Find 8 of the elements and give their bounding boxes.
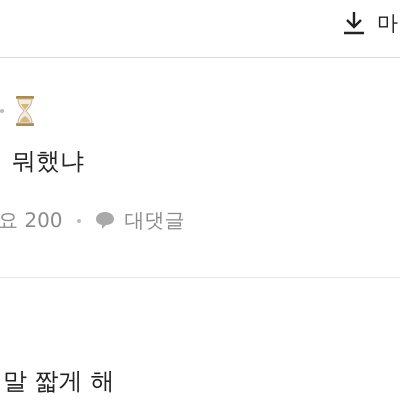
separator-dot <box>0 109 4 113</box>
separator-dot <box>76 218 81 222</box>
comment-text: 뭐했냐 <box>11 146 85 177</box>
download-button[interactable]: 마 <box>343 9 398 37</box>
hourglass-icon <box>16 96 34 126</box>
download-icon <box>343 11 365 35</box>
speech-bubble-icon <box>94 211 115 230</box>
comment-text: 말 짧게 해 <box>2 366 116 397</box>
